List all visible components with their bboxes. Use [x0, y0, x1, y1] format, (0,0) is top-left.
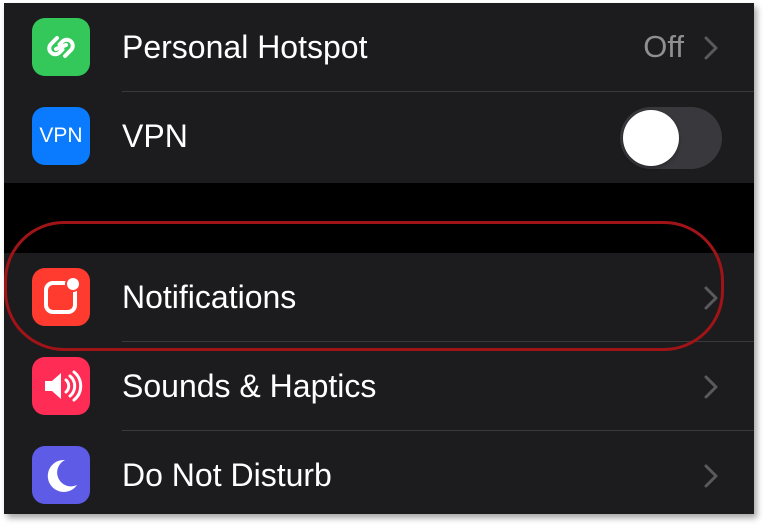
- settings-group-notifications: Notifications Sounds & Haptics Do Not Di…: [4, 253, 754, 514]
- speaker-icon: [32, 357, 90, 415]
- chevron-right-icon: [704, 464, 718, 488]
- do-not-disturb-label: Do Not Disturb: [122, 457, 332, 493]
- sounds-haptics-label: Sounds & Haptics: [122, 368, 377, 404]
- personal-hotspot-value: Off: [643, 29, 684, 64]
- moon-icon: [32, 446, 90, 504]
- personal-hotspot-row[interactable]: Personal Hotspot Off: [4, 3, 754, 91]
- sounds-haptics-row[interactable]: Sounds & Haptics: [4, 342, 754, 430]
- notifications-row[interactable]: Notifications: [4, 253, 754, 341]
- chevron-right-icon: [704, 286, 718, 310]
- hotspot-icon: [32, 18, 90, 76]
- settings-screen: Personal Hotspot Off VPN VPN Notificatio…: [4, 3, 754, 514]
- vpn-row: VPN VPN: [4, 92, 754, 180]
- vpn-icon: VPN: [32, 107, 90, 165]
- do-not-disturb-row[interactable]: Do Not Disturb: [4, 431, 754, 514]
- vpn-icon-text: VPN: [39, 124, 83, 147]
- chevron-right-icon: [704, 375, 718, 399]
- vpn-toggle[interactable]: [620, 107, 722, 169]
- vpn-label: VPN: [122, 118, 188, 154]
- toggle-knob: [623, 110, 679, 166]
- settings-group-connectivity: Personal Hotspot Off VPN VPN: [4, 3, 754, 183]
- chevron-right-icon: [704, 36, 718, 60]
- notifications-icon: [32, 268, 90, 326]
- personal-hotspot-label: Personal Hotspot: [122, 29, 368, 65]
- notifications-label: Notifications: [122, 279, 297, 315]
